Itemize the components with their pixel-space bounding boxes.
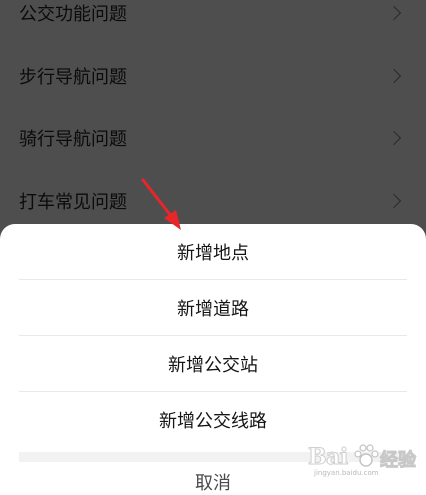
baidu-jingyan-watermark: Bai 经验 jingyan.baidu.com: [308, 442, 420, 478]
list-item-taxi-faq[interactable]: 打车常见问题: [0, 170, 426, 232]
chevron-right-icon: [386, 130, 402, 146]
list-item-cycling-navigation[interactable]: 骑行导航问题: [0, 107, 426, 169]
paw-logo-icon: [354, 444, 379, 467]
list-item-label: 骑行导航问题: [19, 129, 127, 150]
list-item-label: 步行导航问题: [19, 67, 127, 88]
add-bus-line-option[interactable]: 新增公交线路: [19, 392, 407, 448]
option-label: 新增道路: [177, 299, 249, 320]
chevron-right-icon: [386, 5, 402, 21]
watermark-brand: Bai: [308, 444, 349, 471]
list-item-walking-navigation[interactable]: 步行导航问题: [0, 45, 426, 107]
list-item-label: 打车常见问题: [19, 192, 127, 213]
chevron-right-icon: [386, 193, 402, 209]
cancel-label: 取消: [195, 473, 231, 494]
list-item-label: 公交功能问题: [19, 4, 127, 25]
add-bus-stop-option[interactable]: 新增公交站: [19, 336, 407, 392]
option-label: 新增地点: [177, 243, 249, 264]
watermark-site: jingyan.baidu.com: [314, 469, 379, 477]
add-road-option[interactable]: 新增道路: [19, 280, 407, 336]
option-label: 新增公交线路: [159, 411, 267, 432]
chevron-right-icon: [386, 68, 402, 84]
watermark-suffix: 经验: [380, 450, 417, 472]
option-label: 新增公交站: [168, 355, 258, 376]
add-place-option[interactable]: 新增地点: [19, 224, 407, 280]
list-item-bus-function[interactable]: 公交功能问题: [0, 0, 426, 44]
